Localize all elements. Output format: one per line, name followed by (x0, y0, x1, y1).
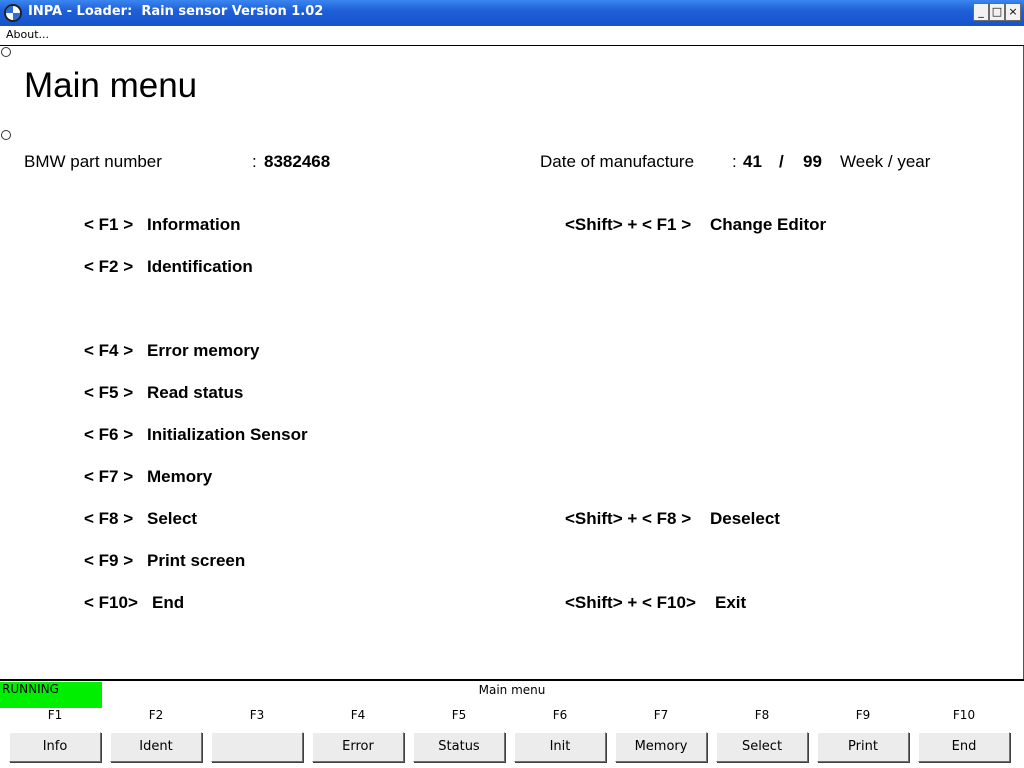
menu-item-exit[interactable]: Exit (715, 593, 746, 613)
date-week: 41 (743, 152, 762, 171)
fkey-label-f7: F7 (653, 708, 669, 722)
menu-item-select[interactable]: Select (147, 509, 197, 529)
menu-item-change-editor[interactable]: Change Editor (710, 215, 826, 235)
status-button[interactable]: Status (413, 732, 505, 762)
radio-button-1[interactable] (1, 47, 11, 57)
menu-bar: About... (0, 26, 1024, 46)
menu-item-initialization-sensor[interactable]: Initialization Sensor (147, 425, 308, 445)
ident-button[interactable]: Ident (110, 732, 202, 762)
fkey-label-f4: F4 (350, 708, 366, 722)
menu-item-memory[interactable]: Memory (147, 467, 212, 487)
menu-key-f4: < F4 > (84, 341, 134, 360)
menu-key-f6: < F6 > (84, 425, 134, 444)
radio-button-2[interactable] (1, 130, 11, 140)
fkey-label-f1: F1 (47, 708, 63, 722)
bmw-logo-icon (4, 4, 22, 22)
main-panel: Main menu BMW part number : 8382468 Date… (0, 46, 1024, 679)
part-number-label: BMW part number (24, 152, 162, 171)
menu-item-read-status[interactable]: Read status (147, 383, 243, 403)
menu-key-f7: < F7 > (84, 467, 134, 486)
menu-item-information[interactable]: Information (147, 215, 241, 235)
fkey-label-f9: F9 (855, 708, 871, 722)
status-badge: RUNNING (0, 682, 102, 708)
date-year: 99 (803, 152, 822, 171)
fkey-label-f6: F6 (552, 708, 568, 722)
info-button[interactable]: Info (9, 732, 101, 762)
window-title: INPA - Loader: Rain sensor Version 1.02 (28, 4, 324, 19)
minimize-button[interactable]: _ (973, 3, 989, 21)
date-slash: / (779, 152, 784, 171)
status-title: Main menu (478, 683, 546, 697)
f3-button[interactable] (211, 732, 303, 762)
close-button[interactable]: × (1005, 3, 1021, 21)
menu-item-identification[interactable]: Identification (147, 257, 253, 277)
menu-key-f5: < F5 > (84, 383, 134, 402)
fkey-label-f10: F10 (952, 708, 976, 722)
menu-item-end[interactable]: End (152, 593, 184, 613)
menu-key-shift-f10: <Shift> + < F10> (565, 593, 696, 612)
print-button[interactable]: Print (817, 732, 909, 762)
title-bar[interactable]: INPA - Loader: Rain sensor Version 1.02 … (0, 0, 1024, 26)
init-button[interactable]: Init (514, 732, 606, 762)
maximize-button[interactable]: □ (989, 3, 1005, 21)
menu-key-f1: < F1 > (84, 215, 134, 234)
menu-key-f8: < F8 > (84, 509, 134, 528)
fkey-label-f3: F3 (249, 708, 265, 722)
menu-key-f2: < F2 > (84, 257, 134, 276)
part-number-separator: : (252, 152, 257, 171)
date-unit: Week / year (840, 152, 931, 171)
fkey-label-f8: F8 (754, 708, 770, 722)
menu-item-print-screen[interactable]: Print screen (147, 551, 245, 571)
menu-key-shift-f1: <Shift> + < F1 > (565, 215, 692, 234)
select-button[interactable]: Select (716, 732, 808, 762)
date-label: Date of manufacture (540, 152, 695, 171)
menu-key-f9: < F9 > (84, 551, 134, 570)
menu-item-deselect[interactable]: Deselect (710, 509, 780, 529)
part-number-value: 8382468 (264, 152, 331, 171)
fkey-label-f2: F2 (148, 708, 164, 722)
memory-button[interactable]: Memory (615, 732, 707, 762)
menu-item-about[interactable]: About... (6, 28, 49, 41)
fkey-label-f5: F5 (451, 708, 467, 722)
date-separator: : (732, 152, 737, 171)
menu-item-error-memory[interactable]: Error memory (147, 341, 259, 361)
page-title: Main menu (24, 66, 198, 105)
end-button[interactable]: End (918, 732, 1010, 762)
function-key-panel: RUNNING Main menu F1 F2 F3 F4 F5 F6 F7 F… (0, 679, 1024, 768)
menu-key-f10: < F10> (84, 593, 138, 612)
menu-key-shift-f8: <Shift> + < F8 > (565, 509, 692, 528)
error-button[interactable]: Error (312, 732, 404, 762)
